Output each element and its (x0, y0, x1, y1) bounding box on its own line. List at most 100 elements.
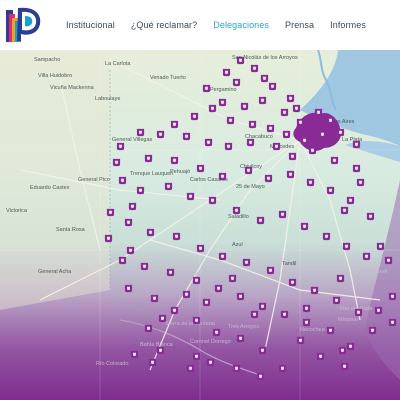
delegation-marker-icon[interactable] (362, 252, 371, 261)
delegation-marker-icon[interactable] (212, 328, 221, 337)
delegation-marker-icon[interactable] (242, 258, 251, 267)
brand-logo-icon[interactable] (4, 4, 46, 46)
delegation-marker-icon[interactable] (218, 98, 227, 107)
delegation-marker-icon[interactable] (202, 84, 211, 93)
delegation-marker-icon[interactable] (192, 316, 201, 325)
delegation-marker-icon[interactable] (346, 196, 355, 205)
delegation-marker-icon[interactable] (352, 140, 361, 149)
nav-item-institucional[interactable]: Institucional (66, 20, 115, 30)
delegation-marker-icon[interactable] (308, 146, 317, 155)
delegation-marker-icon[interactable] (222, 68, 231, 77)
delegation-marker-icon[interactable] (302, 304, 311, 313)
delegation-marker-icon[interactable] (280, 108, 289, 117)
delegation-marker-icon[interactable] (338, 346, 347, 355)
delegation-marker-icon[interactable] (346, 342, 355, 351)
delegation-marker-icon[interactable] (388, 292, 397, 301)
delegation-marker-icon[interactable] (218, 252, 227, 261)
delegation-marker-icon[interactable] (172, 232, 181, 241)
delegation-marker-icon[interactable] (340, 206, 349, 215)
delegation-marker-icon[interactable] (104, 234, 113, 243)
delegation-marker-icon[interactable] (218, 172, 227, 181)
delegation-marker-icon[interactable] (256, 216, 265, 225)
delegation-marker-icon[interactable] (118, 256, 127, 265)
delegation-marker-icon[interactable] (170, 120, 179, 129)
nav-item-que-reclamar[interactable]: ¿Qué reclamar? (131, 20, 197, 30)
delegation-marker-icon[interactable] (128, 202, 137, 211)
delegation-marker-icon[interactable] (280, 310, 289, 319)
delegation-marker-icon[interactable] (164, 182, 173, 191)
delegation-marker-icon[interactable] (256, 372, 265, 381)
delegation-marker-icon[interactable] (342, 242, 351, 251)
delegation-marker-icon[interactable] (148, 358, 157, 367)
delegation-marker-icon[interactable] (316, 352, 325, 361)
delegation-marker-icon[interactable] (300, 222, 309, 231)
delegation-marker-icon[interactable] (258, 96, 267, 105)
delegation-marker-icon[interactable] (240, 102, 249, 111)
delegation-marker-icon[interactable] (282, 130, 291, 139)
delegation-marker-icon[interactable] (266, 266, 275, 275)
delegation-marker-icon[interactable] (366, 212, 375, 221)
delegation-marker-icon[interactable] (278, 364, 287, 373)
delegation-marker-icon[interactable] (182, 290, 191, 299)
delegation-marker-icon[interactable] (326, 116, 335, 125)
nav-item-prensa[interactable]: Prensa (285, 20, 314, 30)
delegation-marker-icon[interactable] (232, 364, 241, 373)
delegation-marker-icon[interactable] (186, 192, 195, 201)
delegation-marker-icon[interactable] (368, 326, 377, 335)
delegation-marker-icon[interactable] (310, 286, 319, 295)
delegation-marker-icon[interactable] (288, 278, 297, 287)
delegation-marker-icon[interactable] (186, 364, 195, 373)
delegations-map[interactable]: Sampacho La Carlota Villa Huidobro Vicuñ… (0, 50, 400, 400)
delegation-marker-icon[interactable] (208, 104, 217, 113)
delegation-marker-icon[interactable] (228, 274, 237, 283)
delegation-marker-icon[interactable] (170, 306, 179, 315)
delegation-marker-icon[interactable] (130, 350, 139, 359)
delegation-marker-icon[interactable] (268, 82, 277, 91)
delegation-marker-icon[interactable] (352, 164, 361, 173)
delegation-marker-icon[interactable] (266, 124, 275, 133)
delegation-marker-icon[interactable] (158, 314, 167, 323)
delegation-marker-icon[interactable] (376, 242, 385, 251)
delegation-marker-icon[interactable] (146, 228, 155, 237)
delegation-marker-icon[interactable] (140, 262, 149, 271)
delegation-marker-icon[interactable] (250, 310, 259, 319)
delegation-marker-icon[interactable] (340, 362, 349, 371)
delegation-marker-icon[interactable] (124, 218, 133, 227)
delegation-marker-icon[interactable] (208, 196, 217, 205)
delegation-marker-icon[interactable] (196, 164, 205, 173)
delegation-marker-icon[interactable] (118, 176, 127, 185)
delegation-marker-icon[interactable] (356, 178, 365, 187)
delegation-marker-icon[interactable] (192, 276, 201, 285)
delegation-marker-icon[interactable] (144, 154, 153, 163)
delegation-marker-icon[interactable] (190, 112, 199, 121)
delegation-marker-icon[interactable] (326, 186, 335, 195)
nav-item-delegaciones[interactable]: Delegaciones (213, 20, 269, 30)
delegation-marker-icon[interactable] (288, 152, 297, 161)
delegation-marker-icon[interactable] (244, 166, 253, 175)
delegation-marker-icon[interactable] (258, 346, 267, 355)
delegation-marker-icon[interactable] (246, 138, 255, 147)
delegation-marker-icon[interactable] (202, 298, 211, 307)
delegation-marker-icon[interactable] (136, 128, 145, 137)
delegation-marker-icon[interactable] (204, 138, 213, 147)
delegation-marker-icon[interactable] (286, 170, 295, 179)
delegation-marker-icon[interactable] (296, 336, 305, 345)
delegation-marker-icon[interactable] (126, 246, 135, 255)
delegation-marker-icon[interactable] (388, 318, 397, 327)
delegation-marker-icon[interactable] (286, 94, 295, 103)
delegation-marker-icon[interactable] (232, 78, 241, 87)
delegation-marker-icon[interactable] (326, 326, 335, 335)
delegation-marker-icon[interactable] (124, 284, 133, 293)
delegation-marker-icon[interactable] (322, 232, 331, 241)
delegation-marker-icon[interactable] (116, 142, 125, 151)
delegation-marker-icon[interactable] (272, 142, 281, 151)
delegation-marker-icon[interactable] (214, 284, 223, 293)
delegation-marker-icon[interactable] (112, 158, 121, 167)
delegation-marker-icon[interactable] (150, 294, 159, 303)
delegation-marker-icon[interactable] (192, 352, 201, 361)
delegation-marker-icon[interactable] (314, 108, 323, 117)
delegation-marker-icon[interactable] (170, 156, 179, 165)
delegation-marker-icon[interactable] (206, 358, 215, 367)
delegation-marker-icon[interactable] (336, 274, 345, 283)
nav-item-informes[interactable]: Informes (330, 20, 366, 30)
